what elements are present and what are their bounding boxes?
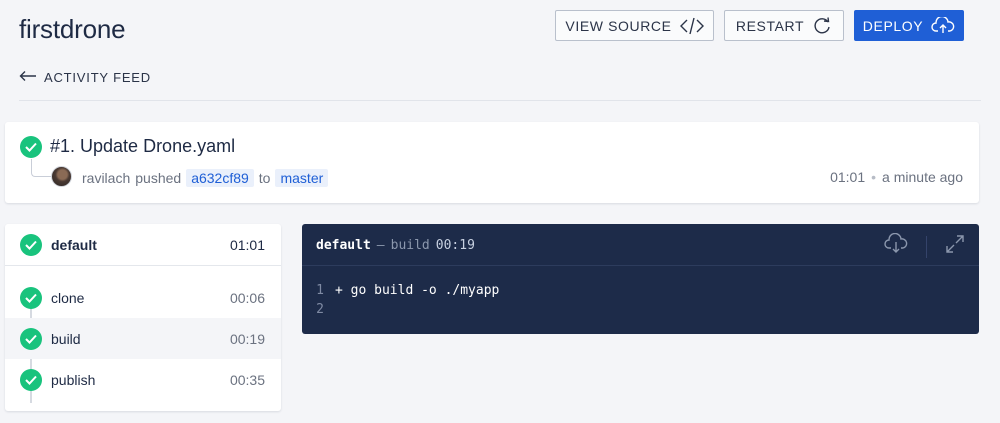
tree-connector: [31, 159, 51, 177]
build-timing: 01:01 • a minute ago: [830, 169, 963, 185]
commit-info: ravilach pushed a632cf89 to master: [82, 169, 329, 187]
log-stage-name: default: [316, 238, 371, 253]
step-name: clone: [51, 290, 85, 306]
check-circle-icon: [20, 287, 42, 309]
check-circle-icon: [20, 234, 42, 256]
restart-label: RESTART: [735, 17, 805, 34]
log-title: default — build 00:19: [316, 238, 475, 253]
stage-duration: 01:01: [229, 237, 265, 253]
page-title: firstdrone: [19, 14, 126, 44]
step-name: build: [51, 331, 81, 347]
expand-icon[interactable]: [945, 234, 965, 259]
branch-link[interactable]: master: [275, 169, 329, 187]
deploy-button[interactable]: DEPLOY: [854, 10, 964, 41]
author-name: ravilach: [82, 170, 131, 186]
line-number: 2: [316, 302, 324, 317]
build-summary-card: #1. Update Drone.yaml ravilach pushed a6…: [5, 122, 979, 203]
log-dash: —: [376, 238, 385, 253]
check-circle-icon: [20, 328, 42, 350]
check-circle-icon: [20, 369, 42, 391]
log-line: 2: [302, 300, 979, 319]
deploy-label: DEPLOY: [862, 17, 924, 34]
log-step-name: build: [390, 238, 430, 253]
back-label: ACTIVITY FEED: [44, 70, 151, 85]
restart-icon: [812, 16, 832, 36]
step-duration: 00:19: [229, 331, 265, 347]
line-text: + go build -o ./myapp: [335, 283, 500, 298]
log-duration: 00:19: [435, 238, 475, 253]
view-source-label: VIEW SOURCE: [565, 17, 672, 34]
avatar: [51, 166, 72, 187]
stage-name: default: [51, 237, 97, 253]
log-panel: default — build 00:19 1 + go build -o ./…: [302, 224, 979, 334]
arrow-left-icon: [19, 70, 37, 85]
step-clone[interactable]: clone 00:06: [5, 277, 281, 318]
log-header: default — build 00:19: [302, 224, 979, 266]
back-to-activity-feed[interactable]: ACTIVITY FEED: [19, 70, 151, 85]
commit-link[interactable]: a632cf89: [186, 169, 254, 187]
cloud-download-icon[interactable]: [884, 232, 908, 260]
restart-button[interactable]: RESTART: [724, 10, 844, 41]
build-title: #1. Update Drone.yaml: [50, 136, 236, 156]
line-number: 1: [316, 283, 324, 298]
step-publish[interactable]: publish 00:35: [5, 359, 281, 400]
stage-header[interactable]: default 01:01: [5, 224, 281, 266]
cloud-upload-icon: [931, 16, 955, 35]
actions-divider: [926, 235, 927, 258]
separator-dot: •: [871, 169, 877, 185]
step-duration: 00:35: [229, 372, 265, 388]
check-circle-icon: [20, 136, 42, 158]
build-duration: 01:01: [830, 169, 866, 185]
build-relative-time: a minute ago: [882, 169, 963, 185]
stage-card: default 01:01 clone 00:06 build 00:19 pu…: [5, 224, 281, 411]
header-divider: [19, 100, 981, 101]
step-duration: 00:06: [229, 290, 265, 306]
code-icon: [679, 17, 704, 35]
log-output: 1 + go build -o ./myapp 2: [302, 281, 979, 319]
step-name: publish: [51, 372, 96, 388]
log-actions: [884, 232, 965, 260]
view-source-button[interactable]: VIEW SOURCE: [555, 10, 714, 41]
log-line: 1 + go build -o ./myapp: [302, 281, 979, 300]
action-text: pushed: [135, 170, 182, 186]
to-text: to: [258, 170, 271, 186]
step-build[interactable]: build 00:19: [5, 318, 281, 359]
